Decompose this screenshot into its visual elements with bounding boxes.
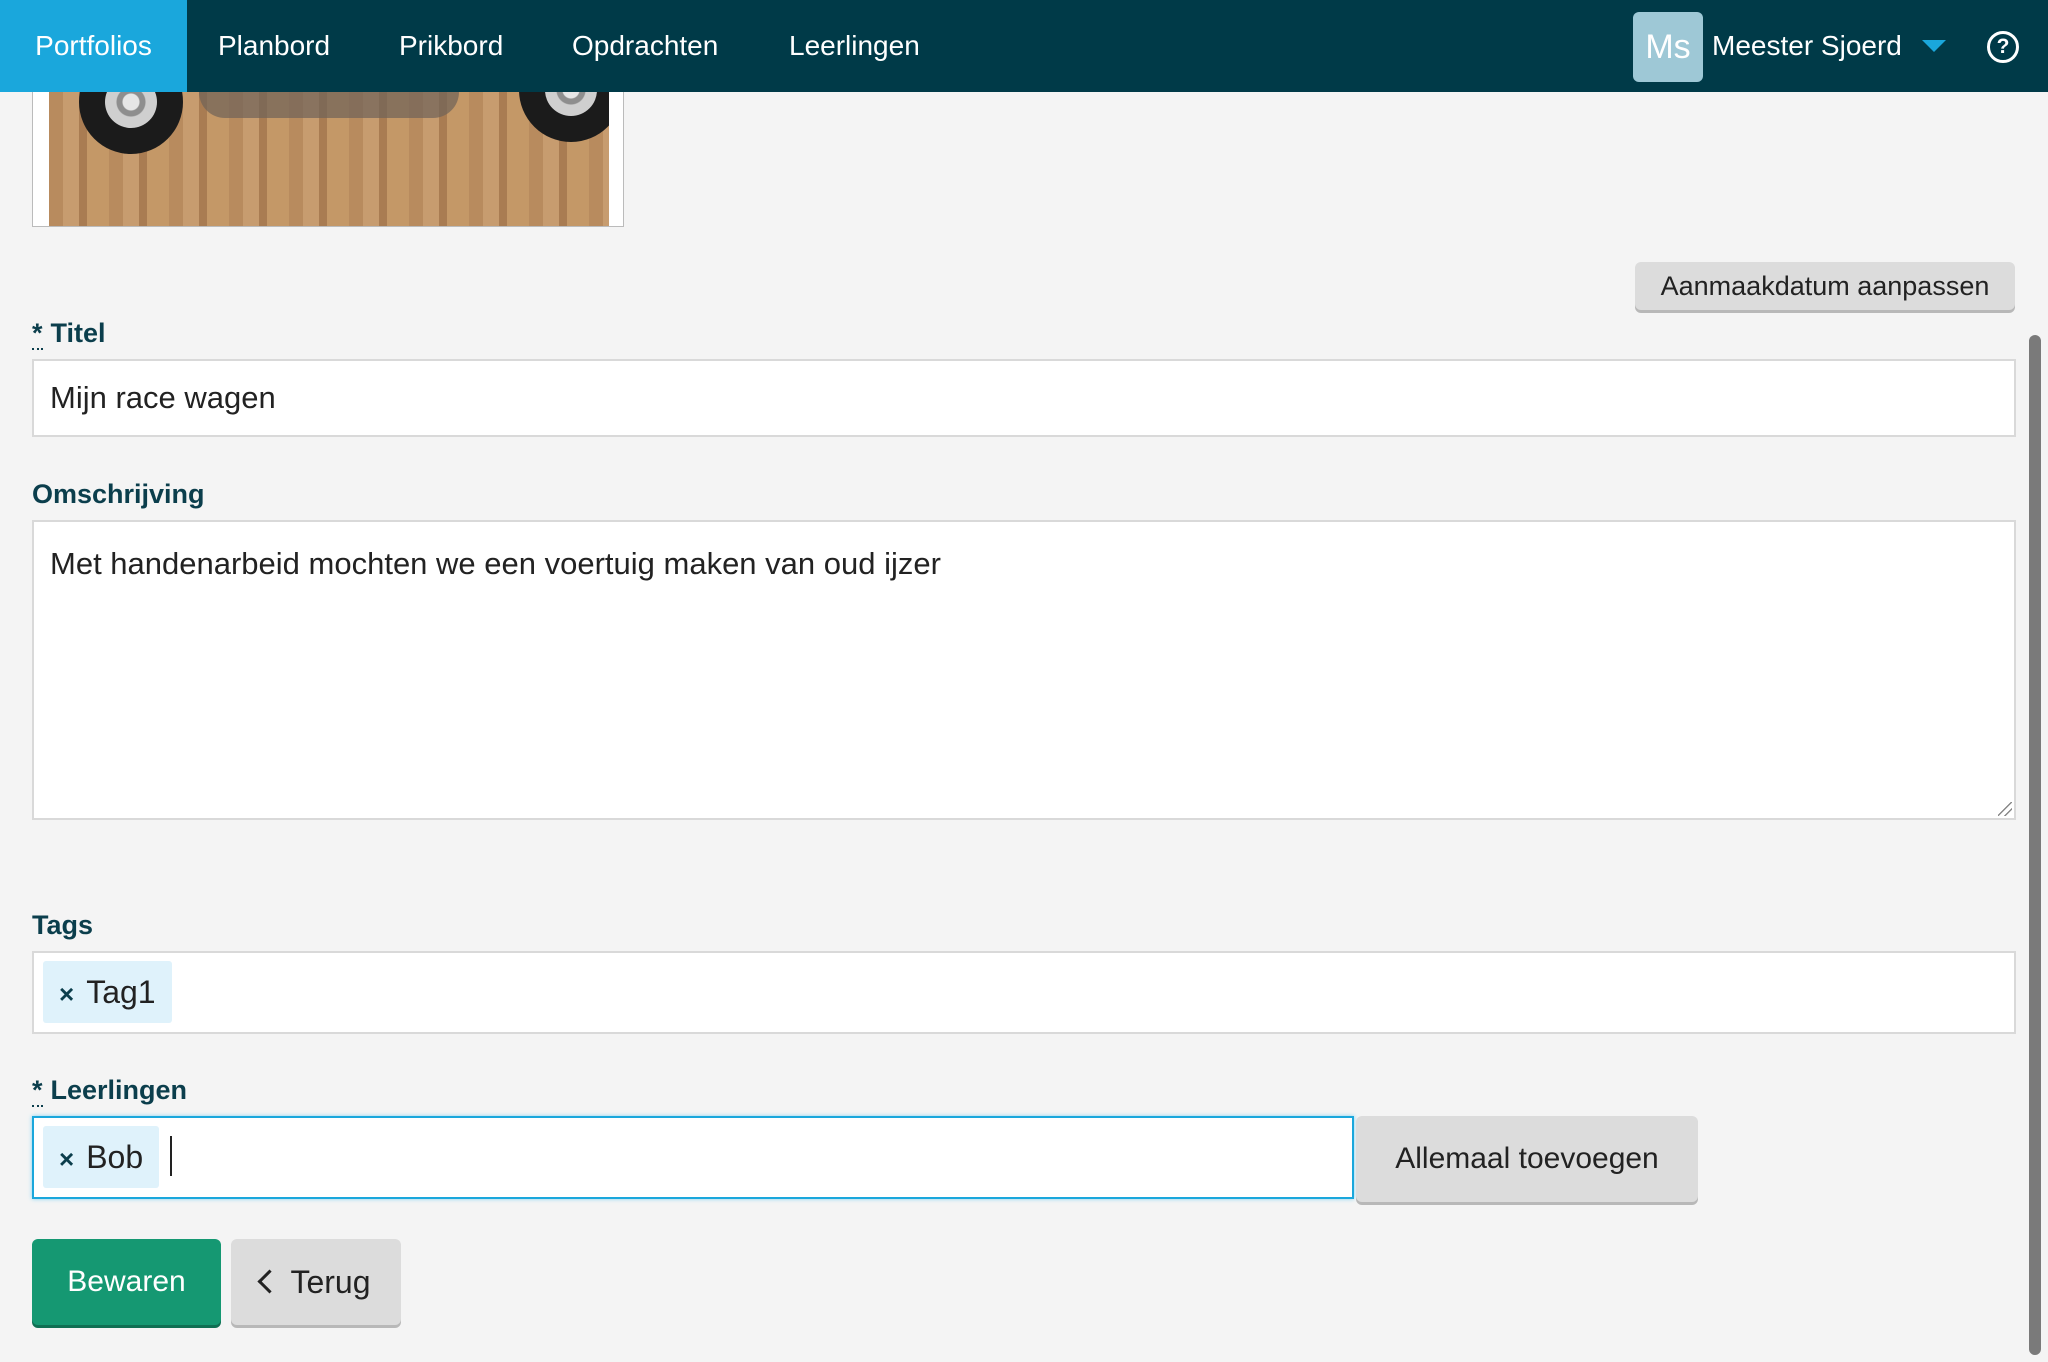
students-label: * Leerlingen: [32, 1075, 188, 1107]
text-cursor: [170, 1136, 172, 1176]
nav-item-opdrachten[interactable]: Opdrachten: [572, 0, 718, 92]
remove-tag-icon[interactable]: ×: [59, 979, 74, 1009]
car-body: [199, 92, 459, 118]
student-chip-label: Bob: [86, 1139, 144, 1175]
back-button[interactable]: Terug: [231, 1239, 401, 1325]
top-navigation-bar: Portfolios Planbord Prikbord Opdrachten …: [0, 0, 2048, 92]
nav-item-prikbord[interactable]: Prikbord: [399, 0, 503, 92]
required-marker: *: [32, 318, 43, 350]
car-wheel-right: [519, 92, 609, 142]
description-label: Omschrijving: [32, 479, 205, 509]
title-label: * Titel: [32, 318, 106, 350]
car-wheel-left: [79, 92, 183, 154]
edit-creation-date-button[interactable]: Aanmaakdatum aanpassen: [1635, 262, 2015, 310]
tags-label: Tags: [32, 910, 94, 940]
chevron-left-icon: [257, 1269, 282, 1294]
user-avatar[interactable]: Ms: [1633, 12, 1703, 82]
tag-chip: × Tag1: [43, 961, 172, 1023]
portfolio-image-frame: [32, 92, 624, 227]
title-input[interactable]: [32, 359, 2016, 437]
description-text[interactable]: Met handenarbeid mochten we een voertuig…: [50, 546, 941, 581]
nav-item-leerlingen[interactable]: Leerlingen: [789, 0, 920, 92]
student-chip: × Bob: [43, 1126, 160, 1188]
scrollbar-thumb[interactable]: [2029, 335, 2041, 1355]
question-circle-icon[interactable]: ?: [1987, 31, 2019, 63]
chevron-down-icon[interactable]: [1922, 40, 1946, 52]
save-button[interactable]: Bewaren: [32, 1239, 221, 1325]
tags-input[interactable]: × Tag1: [32, 951, 2016, 1034]
nav-item-planbord[interactable]: Planbord: [218, 0, 330, 92]
portfolio-image: [49, 92, 609, 226]
nav-item-portfolios[interactable]: Portfolios: [0, 0, 187, 92]
user-menu-name[interactable]: Meester Sjoerd: [1712, 0, 1902, 92]
resize-handle-icon[interactable]: [1998, 802, 2012, 816]
students-input[interactable]: × Bob: [32, 1116, 1354, 1199]
tag-chip-label: Tag1: [86, 974, 156, 1010]
remove-student-icon[interactable]: ×: [59, 1144, 74, 1174]
add-all-students-button[interactable]: Allemaal toevoegen: [1356, 1116, 1698, 1202]
back-button-label: Terug: [290, 1264, 371, 1300]
description-textarea[interactable]: Met handenarbeid mochten we een voertuig…: [32, 520, 2016, 820]
required-marker: *: [32, 1075, 43, 1107]
